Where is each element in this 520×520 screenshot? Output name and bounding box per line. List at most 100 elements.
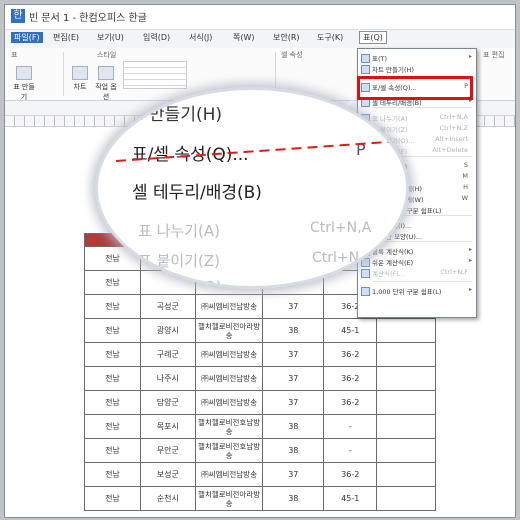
- magnifier-callout: 표 만들기(H)표/셀 속성(Q)...P셀 테두리/배경(B)표 나누기(A)…: [95, 87, 409, 289]
- table-cell[interactable]: 전남: [84, 462, 141, 487]
- table-cell[interactable]: 목포시: [139, 414, 196, 439]
- table-cell[interactable]: 전남: [84, 270, 141, 295]
- menu-insert[interactable]: 입력(D): [143, 32, 170, 43]
- menu-item-label: 1,000 단위 구분 쉼표(L): [372, 288, 442, 296]
- table-cell[interactable]: 헬치헬로비전아라방송: [194, 318, 264, 343]
- table-cell[interactable]: 헬치헬로비전아라방송: [194, 486, 264, 511]
- menu-item-label: 표(T): [372, 55, 388, 63]
- menu-security[interactable]: 보안(R): [273, 32, 300, 43]
- chart-icon: [72, 66, 88, 80]
- table-cell[interactable]: 구례군: [139, 342, 196, 367]
- magnified-menu-label: 셀 테두리/배경(B): [132, 183, 262, 203]
- menu-item-label: 쉬운 계산식(E): [372, 259, 414, 267]
- table-cell[interactable]: [376, 342, 436, 367]
- table-cell[interactable]: 37: [262, 366, 325, 391]
- table-row: 전남 구례군 ㈜씨엠비전남방송 37 36-2: [84, 342, 436, 367]
- menu-tools[interactable]: 도구(K): [317, 32, 343, 43]
- table-cell[interactable]: 36-2: [323, 342, 378, 367]
- menu-format[interactable]: 서식(J): [189, 32, 212, 43]
- ribbon-group-cell-props: 셀 속성: [281, 51, 303, 59]
- table-cell[interactable]: 전남: [84, 390, 141, 415]
- table-cell[interactable]: 38: [262, 414, 325, 439]
- work-options-button[interactable]: 작업 옵션: [95, 66, 117, 102]
- magnified-menu-label: 표 붙이기(Z): [138, 252, 220, 270]
- style-gallery[interactable]: [123, 61, 187, 89]
- table-cell[interactable]: 38: [262, 318, 325, 343]
- table-cell[interactable]: 순천시: [139, 486, 196, 511]
- table-cell[interactable]: -: [323, 414, 378, 439]
- table-cell[interactable]: 37: [262, 294, 325, 319]
- highlight-box: [357, 76, 473, 100]
- menu-view[interactable]: 보기(U): [97, 32, 124, 43]
- table-cell[interactable]: 담양군: [139, 390, 196, 415]
- table-cell[interactable]: 전남: [84, 438, 141, 463]
- menu-item-label: 표 나누기(A): [372, 115, 408, 123]
- table-cell[interactable]: 전남: [84, 342, 141, 367]
- table-cell[interactable]: [376, 438, 436, 463]
- menu-item[interactable]: 쉬운 계산식(E) ▸: [358, 256, 476, 267]
- table-cell[interactable]: -: [323, 438, 378, 463]
- menu-item[interactable]: 표(T) ▸: [358, 52, 476, 63]
- table-cell[interactable]: 전남: [84, 318, 141, 343]
- menu-item-icon: [361, 269, 370, 278]
- table-cell[interactable]: 전남: [84, 294, 141, 319]
- table-cell[interactable]: 광양시: [139, 318, 196, 343]
- table-cell[interactable]: 나주시: [139, 366, 196, 391]
- options-icon: [98, 66, 114, 80]
- table-cell[interactable]: 38: [262, 486, 325, 511]
- table-cell[interactable]: [376, 318, 436, 343]
- ribbon-group-table-edit: 표 편집: [483, 51, 505, 59]
- table-cell[interactable]: 무안군: [139, 438, 196, 463]
- table-cell[interactable]: ㈜씨엠비전남방송: [194, 390, 264, 415]
- table-cell[interactable]: 37: [262, 390, 325, 415]
- table-cell[interactable]: 곡성군: [139, 294, 196, 319]
- menu-bar: 파일(F) 편집(E) 보기(U) 입력(D) 서식(J) 쪽(W) 보안(R)…: [5, 29, 515, 49]
- table-cell[interactable]: [376, 414, 436, 439]
- menu-item-label: 계산식(F)...: [372, 270, 405, 278]
- table-cell[interactable]: [376, 390, 436, 415]
- menu-item[interactable]: 1,000 단위 구분 쉼표(L) ▸: [358, 285, 476, 296]
- table-cell[interactable]: [376, 486, 436, 511]
- menu-page[interactable]: 쪽(W): [233, 32, 255, 43]
- table-cell[interactable]: ㈜씨엠비전남방송: [194, 294, 264, 319]
- menu-item-icon: [361, 65, 370, 74]
- menu-item-shortcut: H: [463, 183, 468, 191]
- table-cell[interactable]: 36-2: [323, 366, 378, 391]
- table-cell[interactable]: [376, 462, 436, 487]
- table-cell[interactable]: 헬치헬로비전호남방송: [194, 438, 264, 463]
- table-cell[interactable]: 45-1: [323, 486, 378, 511]
- table-cell[interactable]: ㈜씨엠비전남방송: [194, 342, 264, 367]
- magnified-menu-shortcut: Ctrl+N,A: [310, 220, 372, 236]
- table-cell[interactable]: 전남: [84, 414, 141, 439]
- table-cell[interactable]: 38: [262, 438, 325, 463]
- chart-button[interactable]: 차트: [69, 66, 91, 92]
- menu-item-shortcut: S: [463, 161, 468, 169]
- table-row: 전남 순천시 헬치헬로비전아라방송 38 45-1: [84, 486, 436, 511]
- magnified-menu-label: 표 만들기(H): [128, 105, 223, 125]
- make-table-button[interactable]: 표 만들기: [11, 66, 37, 102]
- app-window: 한 빈 문서 1 - 한컴오피스 한글 파일(F) 편집(E) 보기(U) 입력…: [4, 4, 516, 518]
- menu-item-shortcut: Alt+Delete: [432, 146, 468, 154]
- menu-item-shortcut: W: [461, 194, 468, 202]
- menu-edit[interactable]: 편집(E): [53, 32, 79, 43]
- menu-separator: [372, 281, 472, 282]
- table-cell[interactable]: ㈜씨엠비전남방송: [194, 366, 264, 391]
- menu-file[interactable]: 파일(F): [11, 32, 43, 43]
- table-cell[interactable]: ㈜씨엠비전남방송: [194, 462, 264, 487]
- table-row: 전남 담양군 ㈜씨엠비전남방송 37 36-2: [84, 390, 436, 415]
- table-cell[interactable]: 헬치헬로비전호남방송: [194, 414, 264, 439]
- menu-item-shortcut: Ctrl+N,A: [439, 113, 468, 121]
- menu-item-label: 차트 만들기(H): [372, 66, 414, 74]
- table-cell[interactable]: 36-2: [323, 390, 378, 415]
- table-cell[interactable]: 전남: [84, 366, 141, 391]
- menu-item[interactable]: 차트 만들기(H): [358, 63, 476, 74]
- table-cell[interactable]: 37: [262, 342, 325, 367]
- table-cell[interactable]: 보성군: [139, 462, 196, 487]
- table-cell[interactable]: 45-1: [323, 318, 378, 343]
- table-cell[interactable]: 37: [262, 462, 325, 487]
- menu-table[interactable]: 표(Q): [359, 31, 387, 44]
- table-cell[interactable]: 36-2: [323, 462, 378, 487]
- submenu-arrow-icon: ▸: [468, 286, 472, 293]
- table-cell[interactable]: 전남: [84, 486, 141, 511]
- table-cell[interactable]: [376, 366, 436, 391]
